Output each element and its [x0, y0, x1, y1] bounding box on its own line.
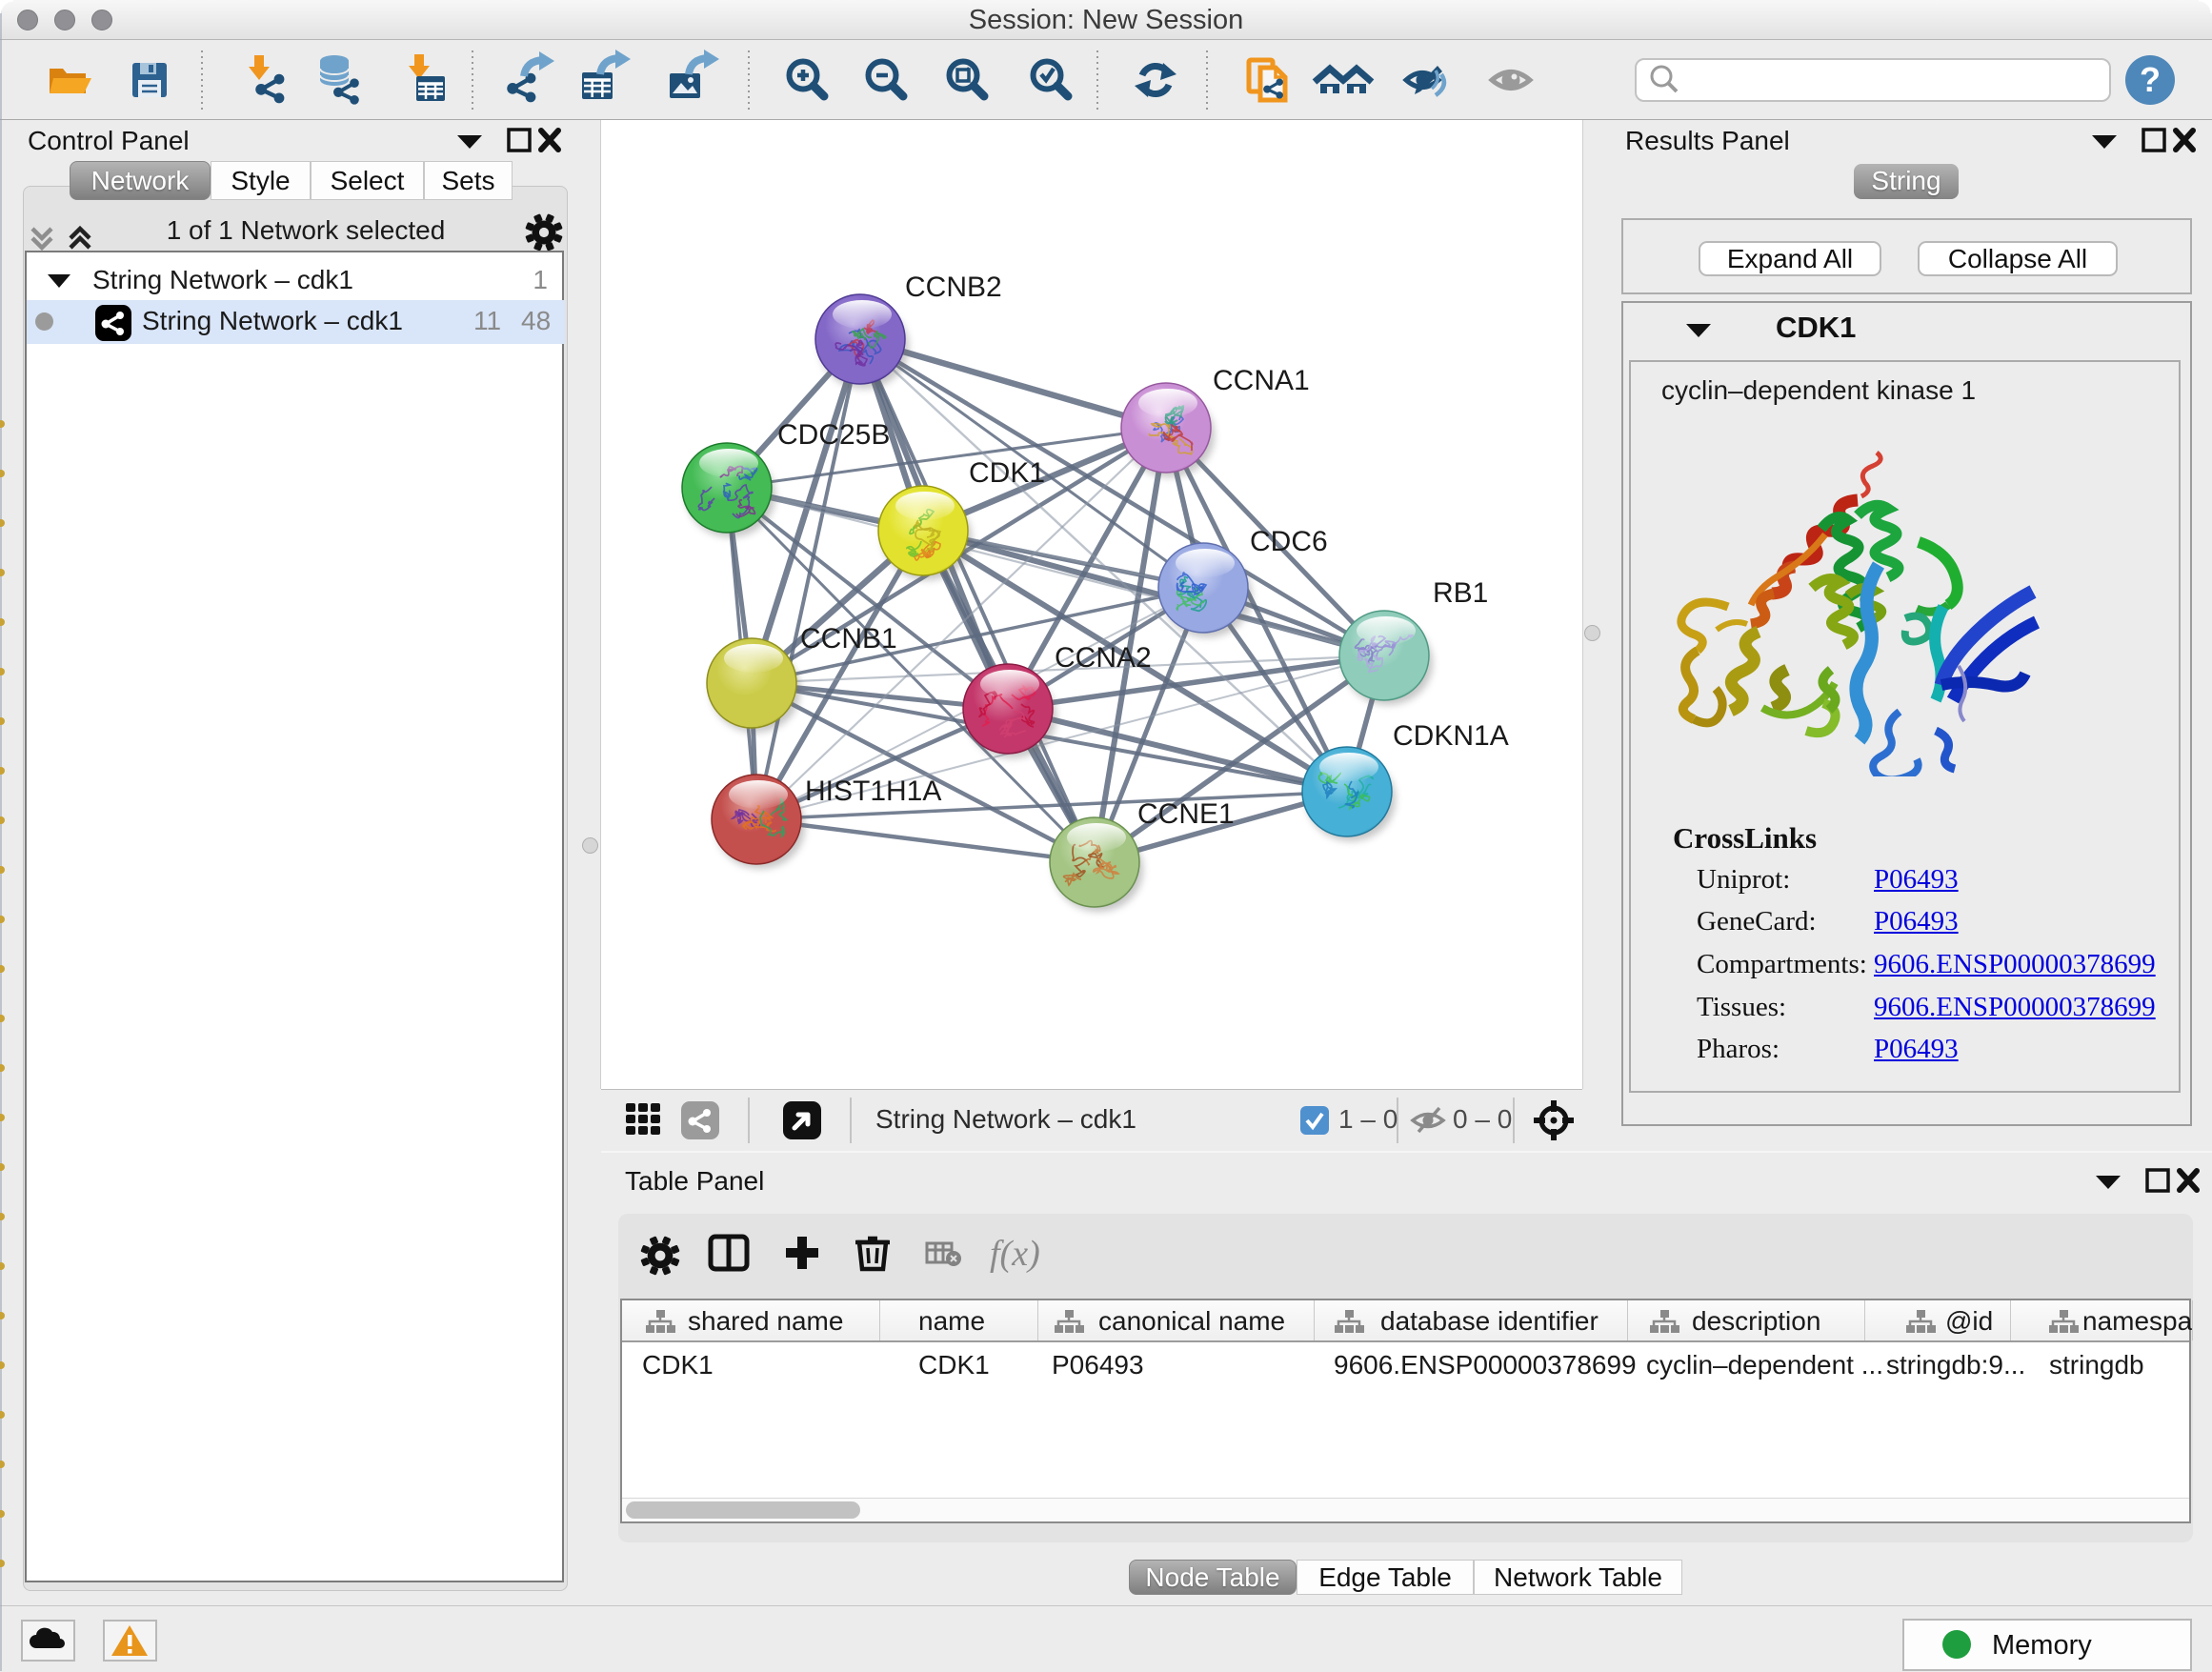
svg-text:CCNB1: CCNB1: [800, 623, 897, 655]
svg-text:HIST1H1A: HIST1H1A: [805, 776, 941, 807]
svg-text:CDC25B: CDC25B: [777, 419, 890, 451]
svg-text:CDC6: CDC6: [1250, 526, 1328, 557]
svg-text:CCNA2: CCNA2: [1055, 642, 1152, 674]
svg-text:RB1: RB1: [1433, 577, 1488, 609]
svg-text:f(x): f(x): [990, 1234, 1040, 1274]
svg-text:CDKN1A: CDKN1A: [1393, 720, 1509, 752]
svg-text:CCNA1: CCNA1: [1213, 365, 1310, 396]
svg-text:CCNE1: CCNE1: [1137, 798, 1235, 830]
svg-text:CDK1: CDK1: [969, 457, 1045, 489]
svg-text:CCNB2: CCNB2: [905, 272, 1002, 303]
svg-text:?: ?: [2140, 60, 2161, 99]
